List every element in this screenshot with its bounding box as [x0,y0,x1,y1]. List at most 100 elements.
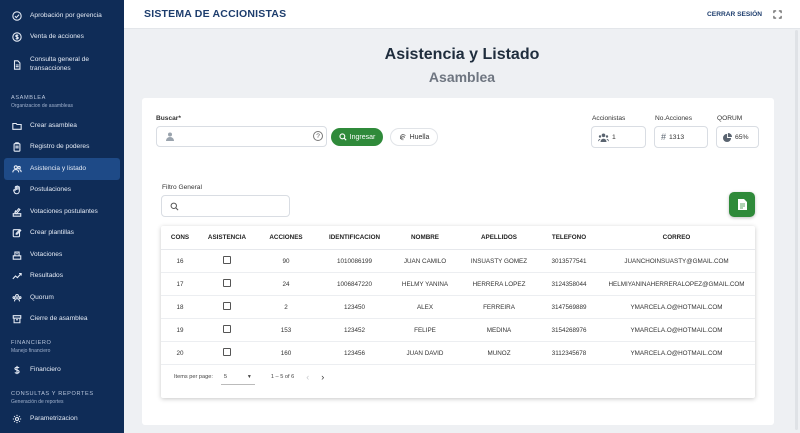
asistencia-checkbox[interactable] [223,256,231,264]
page-size-select[interactable]: 5 ▼ [220,369,255,385]
column-header[interactable]: ASISTENCIA [199,234,255,241]
cell-identificacion: 1006847220 [336,280,373,288]
accionistas-value: 1 [612,133,616,141]
sidebar-item-crear-plantillas[interactable]: Crear plantillas [0,223,124,245]
sidebar-item-consulta[interactable]: Consulta general de transacciones [0,48,124,81]
sidebar-item-aprobacion[interactable]: Aprobación por gerencia [0,5,124,27]
cell-telefono: 3124358044 [551,280,587,288]
sidebar-item-label: Resultados [30,272,63,280]
asistencia-checkbox[interactable] [223,325,231,333]
column-header[interactable]: ACCIONES [255,234,317,241]
page-size-value: 5 [223,373,228,380]
search-field[interactable]: ? [156,126,327,147]
accionistas-table: CONS ASISTENCIA ACCIONES IDENTIFICACIÓN … [161,226,755,398]
cell-asistencia [199,325,255,335]
search-label: Buscar* [156,115,181,122]
cell-correo: YMARCELA.O@HOTMAIL.COM [630,349,723,357]
acciones-label: No.Acciones [655,115,693,122]
sidebar-item-postulaciones[interactable]: Postulaciones [0,180,124,202]
column-header[interactable]: NOMBRE [392,234,458,241]
cell-telefono: 3112345678 [551,349,587,357]
chevron-down-icon: ▼ [246,373,252,380]
section-subtitle: Generación de reportes [11,398,64,405]
cell-acciones: 160 [280,349,292,357]
group-icon [11,292,23,304]
column-header[interactable]: TELEFONO [540,234,598,241]
cell-cons: 17 [176,280,184,288]
sidebar-item-label: Aprobación por gerencia [30,11,102,19]
ingresar-label: Ingresar [349,133,376,141]
dollar-circle-icon [11,31,23,43]
sidebar-item-votaciones-postulantes[interactable]: Votaciones postulantes [0,201,124,223]
page-title: Asistencia y Listado [384,46,540,63]
sidebar-item-asistencia[interactable]: Asistencia y listado [4,158,120,180]
column-header[interactable]: CONS [161,234,199,241]
scrollbar[interactable] [795,30,798,430]
previous-page-button[interactable]: ‹ [306,372,309,382]
pie-chart-icon [723,132,732,142]
dollar-icon [11,364,23,376]
ingresar-button[interactable]: Ingresar [331,128,383,146]
table-row: 19 153 123452 FELIPE MEDINA 3154268976 Y… [161,319,755,342]
cell-cons: 19 [176,326,184,334]
next-page-button[interactable]: › [321,372,324,382]
sidebar-item-resultados[interactable]: Resultados [0,266,124,288]
cell-nombre: FELIPE [414,326,436,334]
column-header[interactable]: APELLIDOS [458,234,540,241]
folder-icon [11,120,23,132]
sidebar-item-label: Consulta general de transacciones [30,56,90,72]
table-row: 20 160 123456 JUAN DAVID MUÑOZ 311234567… [161,342,755,365]
export-button[interactable] [729,192,755,217]
sidebar-item-parametrizacion[interactable]: Parametrizacion [0,409,124,431]
cell-acciones: 153 [280,326,292,334]
sidebar-item-label: Registro de poderes [30,143,90,151]
cell-asistencia [199,302,255,312]
section-subtitle: Organizacion de asambleas [11,103,73,109]
filter-input[interactable] [161,195,290,217]
section-title: ASAMBLEA [11,95,46,101]
column-header[interactable]: IDENTIFICACIÓN [317,234,392,241]
sidebar-section-asamblea: ASAMBLEA Organizacion de asambleas [0,81,124,111]
cell-asistencia [199,279,255,289]
cell-acciones: 90 [282,257,290,265]
sidebar-item-cierre-asamblea[interactable]: Cierre de asamblea [0,309,124,331]
cell-apellidos: FERREIRA [483,303,515,311]
cell-apellidos: HERRERA LOPEZ [472,280,526,288]
search-icon [339,133,347,141]
cell-nombre: HELMY YANINA [401,280,449,288]
sidebar: Aprobación por gerencia Venta de accione… [0,0,124,433]
huella-label: Huella [409,133,430,141]
qorum-label: QORUM [717,115,743,122]
logout-button[interactable]: CERRAR SESIÓN [707,11,762,18]
cell-correo: JUANCHOINSUASTY@GMAIL.COM [624,257,729,265]
app-title: SISTEMA DE ACCIONISTAS [144,8,287,20]
cell-apellidos: MEDINA [486,326,512,334]
page-subtitle: Asamblea [428,69,496,85]
cell-acciones: 2 [284,303,288,311]
help-icon[interactable]: ? [313,131,323,141]
acciones-value: 1313 [669,133,685,141]
section-title: CONSULTAS Y REPORTES [11,390,94,397]
cell-apellidos: INSUASTY GOMEZ [470,257,528,265]
asistencia-checkbox[interactable] [223,348,231,356]
paginator: Items per page: 5 ▼ 1 – 5 of 6 ‹ › [161,365,755,389]
fullscreen-icon[interactable] [772,9,782,19]
sidebar-item-registro-poderes[interactable]: Registro de poderes [0,137,124,159]
cell-telefono: 3154268976 [551,326,587,334]
sidebar-item-financiero[interactable]: Financiero [0,359,124,381]
filter-label: Filtro General [162,184,202,191]
asistencia-checkbox[interactable] [223,302,231,310]
sidebar-item-label: Venta de acciones [30,33,84,41]
sidebar-item-crear-asamblea[interactable]: Crear asamblea [0,115,124,137]
huella-button[interactable]: Huella [390,128,438,146]
sidebar-item-label: Financiero [30,365,61,373]
sidebar-item-quorum[interactable]: Quorum [0,287,124,309]
sidebar-item-venta[interactable]: Venta de acciones [0,27,124,49]
search-input[interactable] [177,127,326,146]
column-header[interactable]: CORREO [598,234,755,241]
archive-icon [11,313,23,325]
sidebar-item-votaciones[interactable]: Votaciones [0,244,124,266]
sidebar-item-label: Postulaciones [30,186,72,194]
asistencia-checkbox[interactable] [223,279,231,287]
fingerprint-icon [399,134,406,141]
